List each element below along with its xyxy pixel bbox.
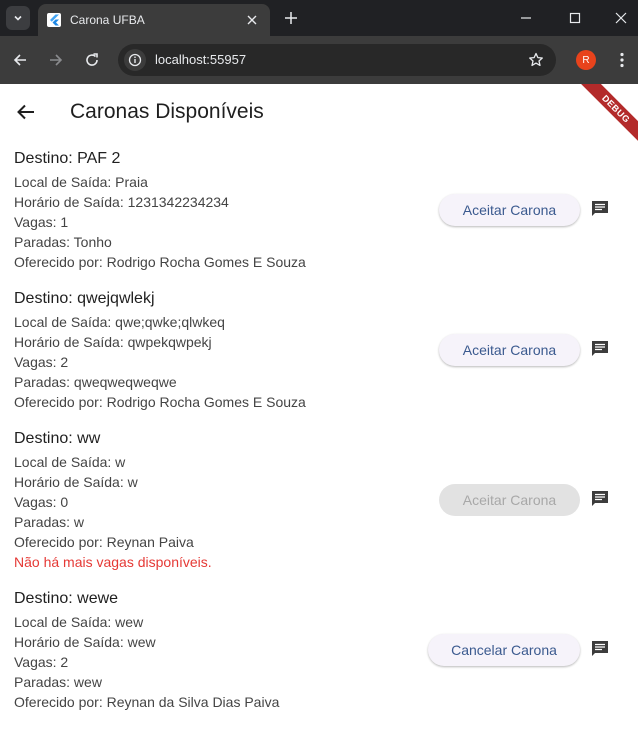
no-seats-warning: Não há mais vagas disponíveis. bbox=[14, 554, 212, 570]
browser-tabstrip: Carona UFBA bbox=[0, 0, 638, 36]
browser-tab[interactable]: Carona UFBA bbox=[38, 4, 270, 36]
tab-close-icon[interactable] bbox=[242, 10, 262, 30]
reload-icon[interactable] bbox=[80, 48, 104, 72]
ride-seats: Vagas: 1 bbox=[14, 214, 69, 230]
accept-ride-button[interactable]: Aceitar Carona bbox=[439, 194, 580, 226]
cancel-ride-button[interactable]: Cancelar Carona bbox=[428, 634, 580, 666]
ride-destination: Destino: ww bbox=[14, 430, 101, 447]
chat-icon[interactable] bbox=[588, 197, 612, 221]
tab-title: Carona UFBA bbox=[70, 13, 145, 27]
ride-destination: Destino: PAF 2 bbox=[14, 150, 121, 167]
site-info-icon[interactable] bbox=[124, 49, 146, 71]
bookmark-star-icon[interactable] bbox=[526, 50, 546, 70]
chevron-down-icon bbox=[14, 15, 22, 21]
address-bar[interactable]: localhost:55957 bbox=[118, 44, 556, 76]
debug-banner: DEBUG bbox=[578, 84, 638, 147]
ride-card: Destino: qwejqwlekj Local de Saída: qwe;… bbox=[14, 290, 624, 418]
ride-departure-time: Horário de Saída: wew bbox=[14, 634, 156, 650]
minimize-icon[interactable] bbox=[514, 6, 538, 30]
flutter-logo-icon bbox=[47, 13, 61, 27]
new-tab-icon[interactable] bbox=[280, 7, 302, 29]
ride-seats: Vagas: 2 bbox=[14, 654, 69, 670]
browser-forward-icon[interactable] bbox=[44, 48, 68, 72]
ride-departure-place: Local de Saída: wew bbox=[14, 614, 144, 630]
ride-offered-by: Oferecido por: Reynan da Silva Dias Paiv… bbox=[14, 694, 280, 710]
ride-departure-time: Horário de Saída: 1231342234234 bbox=[14, 194, 229, 210]
accept-ride-button[interactable]: Aceitar Carona bbox=[439, 334, 580, 366]
ride-departure-time: Horário de Saída: w bbox=[14, 474, 138, 490]
tab-search-button[interactable] bbox=[6, 6, 30, 30]
maximize-icon[interactable] bbox=[563, 6, 587, 30]
browser-toolbar: localhost:55957 R bbox=[0, 36, 638, 84]
ride-offered-by: Oferecido por: Rodrigo Rocha Gomes E Sou… bbox=[14, 254, 306, 270]
ride-offered-by: Oferecido por: Reynan Paiva bbox=[14, 534, 194, 550]
browser-menu-icon[interactable] bbox=[612, 50, 632, 70]
ride-seats: Vagas: 2 bbox=[14, 354, 69, 370]
ride-stops: Paradas: qweqweqweqwe bbox=[14, 374, 177, 390]
ride-stops: Paradas: Tonho bbox=[14, 234, 112, 250]
ride-card: Destino: wewe Local de Saída: wew Horári… bbox=[14, 590, 624, 718]
ride-stops: Paradas: wew bbox=[14, 674, 102, 690]
ride-departure-place: Local de Saída: Praia bbox=[14, 174, 148, 190]
ride-destination: Destino: wewe bbox=[14, 590, 119, 607]
ride-departure-place: Local de Saída: w bbox=[14, 454, 126, 470]
chat-icon[interactable] bbox=[588, 487, 612, 511]
back-arrow-icon[interactable] bbox=[12, 98, 40, 126]
app-viewport: Caronas Disponíveis DEBUG Destino: PAF 2… bbox=[0, 84, 638, 731]
ride-offered-by: Oferecido por: Rodrigo Rocha Gomes E Sou… bbox=[14, 394, 306, 410]
ride-stops: Paradas: w bbox=[14, 514, 85, 530]
chat-icon[interactable] bbox=[588, 637, 612, 661]
profile-avatar[interactable]: R bbox=[576, 50, 596, 70]
ride-card: Destino: ww Local de Saída: w Horário de… bbox=[14, 430, 624, 578]
ride-destination: Destino: qwejqwlekj bbox=[14, 290, 155, 307]
ride-departure-place: Local de Saída: qwe;qwke;qlwkeq bbox=[14, 314, 225, 330]
accept-ride-button-disabled: Aceitar Carona bbox=[439, 484, 580, 516]
browser-back-icon[interactable] bbox=[8, 48, 32, 72]
page-title: Caronas Disponíveis bbox=[70, 100, 264, 123]
url-text: localhost:55957 bbox=[155, 52, 247, 67]
chat-icon[interactable] bbox=[588, 337, 612, 361]
ride-departure-time: Horário de Saída: qwpekqwpekj bbox=[14, 334, 212, 350]
ride-seats: Vagas: 0 bbox=[14, 494, 69, 510]
close-window-icon[interactable] bbox=[609, 6, 633, 30]
ride-card: Destino: PAF 2 Local de Saída: Praia Hor… bbox=[14, 150, 624, 278]
